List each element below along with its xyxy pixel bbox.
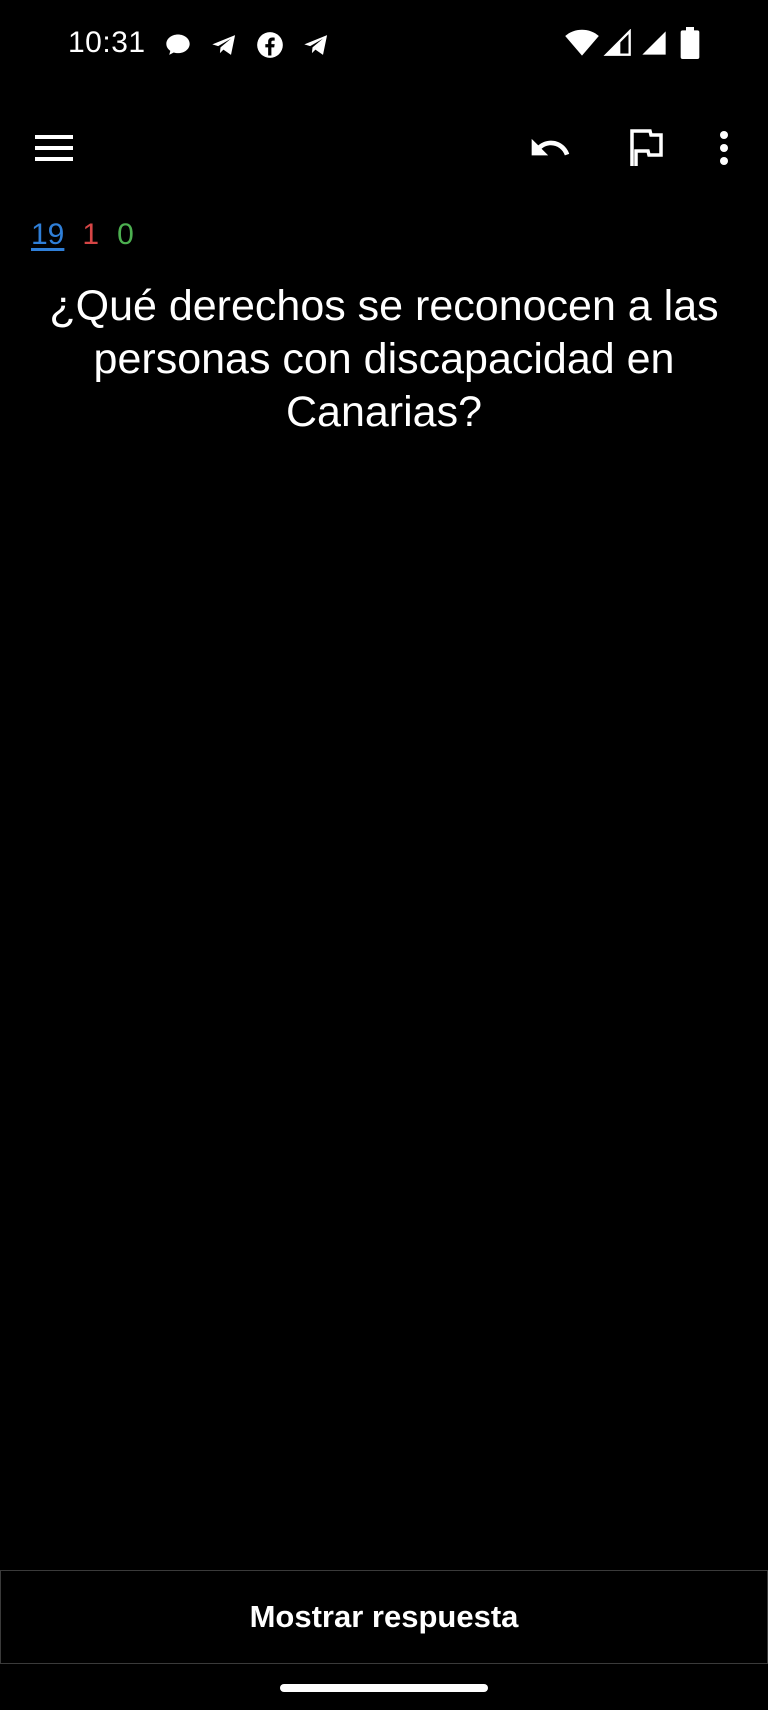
more-options-button[interactable] xyxy=(692,116,756,180)
flag-button[interactable] xyxy=(614,116,678,180)
card-question: ¿Qué derechos se reconocen a las persona… xyxy=(49,282,719,436)
learning-count: 1 xyxy=(82,218,100,251)
undo-button[interactable] xyxy=(518,116,582,180)
card-counts: 19 1 0 xyxy=(31,218,134,252)
telegram-icon xyxy=(298,28,334,62)
more-vertical-icon xyxy=(720,131,728,165)
app-bar xyxy=(0,100,768,196)
new-count: 19 xyxy=(31,218,65,251)
undo-icon xyxy=(531,138,570,156)
facebook-icon xyxy=(252,28,288,62)
telegram-icon xyxy=(206,28,242,62)
status-bar: 10:31 xyxy=(0,0,768,90)
flag-icon xyxy=(630,129,663,166)
battery-icon xyxy=(672,26,708,60)
system-icons xyxy=(564,26,708,60)
menu-icon xyxy=(35,135,73,161)
wifi-icon xyxy=(564,26,600,60)
status-time: 10:31 xyxy=(68,26,146,59)
home-indicator[interactable] xyxy=(280,1684,488,1692)
notification-icons xyxy=(160,28,334,62)
menu-button[interactable] xyxy=(22,116,86,180)
cell-signal-icon xyxy=(600,26,636,60)
review-count: 0 xyxy=(117,218,134,251)
show-answer-button[interactable]: Mostrar respuesta xyxy=(0,1570,768,1664)
chat-bubble-icon xyxy=(160,28,196,62)
cell-signal-icon xyxy=(636,26,672,60)
